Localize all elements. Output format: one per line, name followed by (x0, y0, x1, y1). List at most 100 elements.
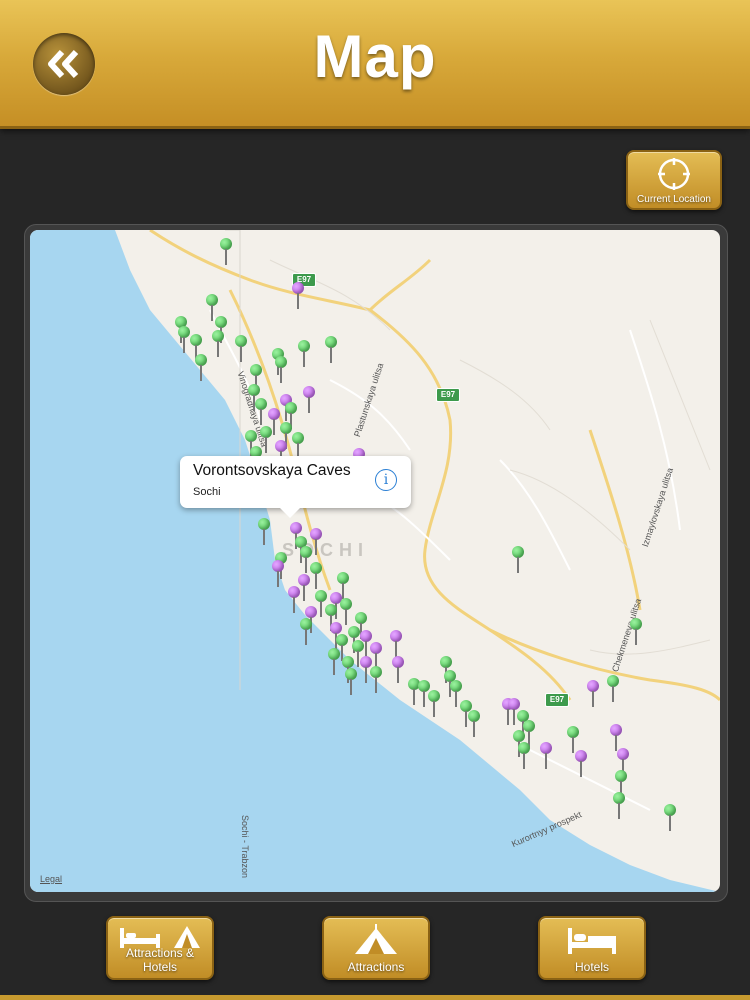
pin-stick (395, 641, 397, 657)
pin-stick (305, 557, 307, 573)
hotel-pin-icon[interactable] (392, 656, 404, 684)
callout-title: Vorontsovskaya Caves (193, 462, 351, 479)
tab-hotels[interactable]: Hotels (538, 916, 646, 980)
tent-icon (324, 924, 428, 956)
pin-stick (265, 437, 267, 453)
pin-stick (333, 659, 335, 675)
pin-stick (280, 367, 282, 383)
pin-callout[interactable]: Vorontsovskaya Caves Sochi i (180, 456, 411, 518)
pin-stick (517, 557, 519, 573)
pin-stick (342, 583, 344, 599)
pin-stick (592, 691, 594, 707)
pin-stick (225, 249, 227, 265)
hotel-pin-icon[interactable] (587, 680, 599, 708)
crosshair-icon (658, 158, 690, 190)
bed-icon (540, 924, 644, 956)
attraction-pin-icon[interactable] (212, 330, 224, 358)
attraction-pin-icon[interactable] (255, 398, 267, 426)
hotel-pin-icon[interactable] (292, 282, 304, 310)
hotel-pin-icon[interactable] (575, 750, 587, 778)
road-label-trabzon: Sochi - Trabzon (240, 815, 250, 879)
tab-attractions-hotels[interactable]: Attractions & Hotels (106, 916, 214, 980)
pin-stick (397, 667, 399, 683)
attraction-pin-icon[interactable] (345, 668, 357, 696)
map-view[interactable]: SOCHI Vinogradnaya ulitsa Plastunskaya u… (30, 230, 720, 892)
pin-stick (211, 305, 213, 321)
route-shield: E97 (545, 693, 569, 707)
header-bar: Map (0, 0, 750, 129)
hotel-pin-icon[interactable] (390, 630, 402, 658)
pin-stick (263, 529, 265, 545)
pin-stick (345, 609, 347, 625)
hotel-pin-icon[interactable] (540, 742, 552, 770)
attraction-pin-icon[interactable] (664, 804, 676, 832)
pin-stick (315, 539, 317, 555)
tab-label: Attractions & Hotels (125, 946, 195, 974)
attraction-pin-icon[interactable] (630, 618, 642, 646)
attraction-pin-icon[interactable] (328, 648, 340, 676)
pin-stick (277, 571, 279, 587)
pin-stick (413, 689, 415, 705)
pin-stick (523, 753, 525, 769)
attraction-pin-icon[interactable] (613, 792, 625, 820)
attraction-pin-icon[interactable] (370, 666, 382, 694)
legal-link[interactable]: Legal (40, 874, 62, 884)
attraction-pin-icon[interactable] (468, 710, 480, 738)
attraction-pin-icon[interactable] (298, 340, 310, 368)
hotel-pin-icon[interactable] (272, 560, 284, 588)
info-icon[interactable]: i (375, 469, 397, 491)
hotel-pin-icon[interactable] (288, 586, 300, 614)
attraction-pin-icon[interactable] (195, 354, 207, 382)
attraction-pin-icon[interactable] (325, 336, 337, 364)
pin-stick (303, 351, 305, 367)
pin-stick (183, 337, 185, 353)
current-location-button[interactable]: Current Location (626, 150, 722, 210)
callout-subtitle: Sochi (193, 486, 221, 498)
pin-stick (357, 651, 359, 667)
attraction-pin-icon[interactable] (178, 326, 190, 354)
pin-stick (580, 761, 582, 777)
tab-label: Hotels (574, 960, 609, 974)
pin-stick (455, 691, 457, 707)
attraction-pin-icon[interactable] (300, 618, 312, 646)
pin-stick (320, 601, 322, 617)
pin-stick (433, 701, 435, 717)
pin-stick (618, 803, 620, 819)
route-shield: E97 (436, 388, 460, 402)
pin-stick (217, 341, 219, 357)
pin-stick (423, 691, 425, 707)
pin-stick (612, 686, 614, 702)
pin-stick (260, 409, 262, 425)
pin-stick (297, 293, 299, 309)
page-title: Map (313, 23, 437, 90)
pin-stick (240, 346, 242, 362)
attraction-pin-icon[interactable] (512, 546, 524, 574)
pin-stick (200, 365, 202, 381)
pin-stick (572, 737, 574, 753)
pin-stick (365, 667, 367, 683)
pin-stick (350, 679, 352, 695)
pin-stick (473, 721, 475, 737)
footer-strip (0, 995, 750, 1000)
attraction-pin-icon[interactable] (275, 356, 287, 384)
pin-stick (375, 677, 377, 693)
attraction-pin-icon[interactable] (607, 675, 619, 703)
pin-stick (365, 641, 367, 657)
hotel-pin-icon[interactable] (303, 386, 315, 414)
current-location-label: Current Location (637, 194, 711, 205)
attraction-pin-icon[interactable] (235, 335, 247, 363)
attraction-pin-icon[interactable] (220, 238, 232, 266)
pin-stick (465, 711, 467, 727)
attraction-pin-icon[interactable] (428, 690, 440, 718)
pin-stick (315, 573, 317, 589)
pin-stick (669, 815, 671, 831)
pin-stick (293, 597, 295, 613)
tab-label: Attractions (347, 960, 405, 974)
attraction-pin-icon[interactable] (518, 742, 530, 770)
attraction-pin-icon[interactable] (310, 562, 322, 590)
pin-stick (305, 629, 307, 645)
attraction-pin-icon[interactable] (258, 518, 270, 546)
pin-stick (273, 419, 275, 435)
tab-attractions[interactable]: Attractions (322, 916, 430, 980)
pin-stick (513, 709, 515, 725)
